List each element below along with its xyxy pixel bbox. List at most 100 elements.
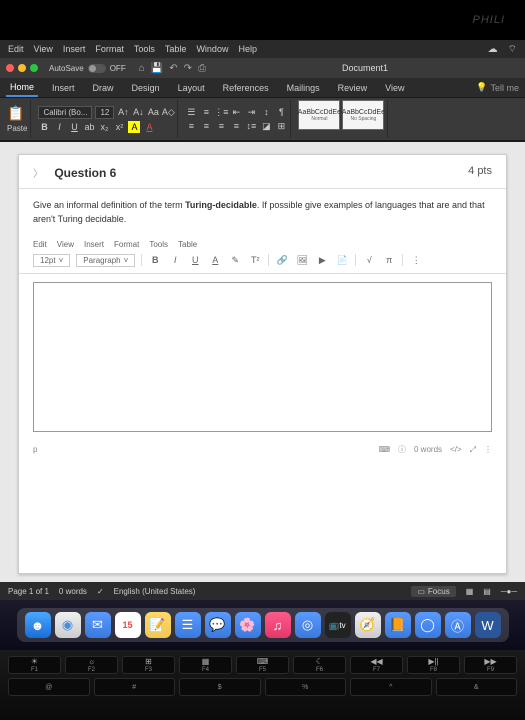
key-f2[interactable]: ☼F2 — [65, 656, 118, 674]
menu-window[interactable]: Window — [196, 44, 228, 54]
tab-view[interactable]: View — [381, 80, 408, 96]
menu-insert[interactable]: Insert — [63, 44, 86, 54]
dock-mail[interactable]: ✉ — [85, 612, 111, 638]
dock-appstore[interactable]: Ⓐ — [445, 612, 471, 638]
font-name-select[interactable]: Calibri (Bo... — [38, 106, 92, 119]
key-at[interactable]: @ — [8, 678, 90, 696]
embed-menu-view[interactable]: View — [57, 240, 74, 249]
close-button[interactable] — [6, 64, 14, 72]
embed-media-icon[interactable]: ▶ — [315, 253, 329, 267]
save-icon[interactable]: 💾 — [151, 63, 163, 74]
line-spacing-icon[interactable]: ↕≡ — [245, 120, 257, 132]
tab-insert[interactable]: Insert — [48, 80, 79, 96]
embed-image-icon[interactable]: 🖼 — [295, 253, 309, 267]
align-center-icon[interactable]: ≡ — [200, 120, 212, 132]
focus-mode-button[interactable]: ▭ Focus — [411, 586, 455, 597]
home-icon[interactable]: ⌂ — [139, 63, 145, 74]
embed-eq-icon[interactable]: π — [382, 253, 396, 267]
key-f3[interactable]: ⊞F3 — [122, 656, 175, 674]
menu-format[interactable]: Format — [95, 44, 124, 54]
dock-word[interactable]: W — [475, 612, 501, 638]
key-f6[interactable]: ☾F6 — [293, 656, 346, 674]
embed-math-icon[interactable]: √ — [362, 253, 376, 267]
highlight-icon[interactable]: A — [128, 121, 140, 133]
redo-icon[interactable]: ↷ — [184, 63, 192, 74]
bold-icon[interactable]: B — [38, 121, 50, 133]
key-dollar[interactable]: $ — [179, 678, 261, 696]
embed-bold-icon[interactable]: B — [148, 253, 162, 267]
a11y-icon[interactable]: ⓘ — [398, 444, 406, 455]
change-case-icon[interactable]: Aa — [147, 106, 159, 118]
multilevel-icon[interactable]: ⋮≡ — [215, 106, 227, 118]
key-f1[interactable]: ☀F1 — [8, 656, 61, 674]
word-count-status[interactable]: 0 words — [59, 587, 87, 596]
indent-icon[interactable]: ⇥ — [245, 106, 257, 118]
tab-design[interactable]: Design — [128, 80, 164, 96]
superscript-icon[interactable]: x² — [113, 121, 125, 133]
outdent-icon[interactable]: ⇤ — [230, 106, 242, 118]
numbering-icon[interactable]: ≡ — [200, 106, 212, 118]
autosave-toggle[interactable]: AutoSave OFF — [49, 64, 126, 73]
pilcrow-icon[interactable]: ¶ — [275, 106, 287, 118]
page-indicator[interactable]: Page 1 of 1 — [8, 587, 49, 596]
key-hash[interactable]: # — [94, 678, 176, 696]
menu-view[interactable]: View — [34, 44, 53, 54]
minimize-button[interactable] — [18, 64, 26, 72]
tab-layout[interactable]: Layout — [174, 80, 209, 96]
key-f4[interactable]: ▦F4 — [179, 656, 232, 674]
key-percent[interactable]: % — [265, 678, 347, 696]
key-f8[interactable]: ▶||F8 — [407, 656, 460, 674]
dock-reminders[interactable]: ☰ — [175, 612, 201, 638]
embed-doc-icon[interactable]: 📄 — [335, 253, 349, 267]
italic-icon[interactable]: I — [53, 121, 65, 133]
underline-icon[interactable]: U — [68, 121, 80, 133]
key-amp[interactable]: & — [436, 678, 518, 696]
tab-draw[interactable]: Draw — [89, 80, 118, 96]
dock-finder[interactable]: ☻ — [25, 612, 51, 638]
align-left-icon[interactable]: ≡ — [185, 120, 197, 132]
dock-calendar[interactable]: 15 — [115, 612, 141, 638]
menu-help[interactable]: Help — [238, 44, 257, 54]
subscript-icon[interactable]: x₂ — [98, 121, 110, 133]
language-status[interactable]: English (United States) — [114, 587, 196, 596]
style-normal[interactable]: AaBbCcDdEe Normal — [298, 100, 340, 130]
element-path[interactable]: p — [33, 445, 378, 454]
shrink-font-icon[interactable]: A↓ — [132, 106, 144, 118]
key-caret[interactable]: ^ — [350, 678, 432, 696]
borders-icon[interactable]: ⊞ — [275, 120, 287, 132]
embed-menu-format[interactable]: Format — [114, 240, 139, 249]
embed-italic-icon[interactable]: I — [168, 253, 182, 267]
tab-home[interactable]: Home — [6, 79, 38, 97]
undo-icon[interactable]: ↶ — [169, 63, 177, 74]
clear-format-icon[interactable]: A◇ — [162, 106, 174, 118]
tab-review[interactable]: Review — [334, 80, 372, 96]
font-color-icon[interactable]: A — [143, 121, 155, 133]
maximize-button[interactable] — [30, 64, 38, 72]
embed-style[interactable]: Paragraph ˅ — [76, 254, 135, 267]
menu-tools[interactable]: Tools — [134, 44, 155, 54]
document-canvas[interactable]: 〉 Question 6 4 pts Give an informal defi… — [0, 142, 525, 582]
embed-link-icon[interactable]: 🔗 — [275, 253, 289, 267]
menu-table[interactable]: Table — [165, 44, 187, 54]
embed-menu-edit[interactable]: Edit — [33, 240, 47, 249]
more-footer-icon[interactable]: ⋮ — [484, 445, 492, 454]
embed-menu-table[interactable]: Table — [178, 240, 197, 249]
dock-messages[interactable]: 💬 — [205, 612, 231, 638]
fullscreen-icon[interactable]: ⤢ — [470, 445, 476, 455]
grow-font-icon[interactable]: A↑ — [117, 106, 129, 118]
style-nospacing[interactable]: AaBbCcDdEe No Spacing — [342, 100, 384, 130]
cloud-icon[interactable]: ☁ — [488, 44, 498, 55]
spellcheck-icon[interactable]: ✓ — [97, 587, 104, 596]
bullets-icon[interactable]: ☰ — [185, 106, 197, 118]
dock-music[interactable]: ♫ — [265, 612, 291, 638]
font-size-select[interactable]: 12 — [95, 106, 114, 119]
view-web-icon[interactable]: ▤ — [483, 587, 491, 596]
sort-icon[interactable]: ↕ — [260, 106, 272, 118]
zoom-slider[interactable]: ─●─ — [501, 587, 517, 596]
dock-tv[interactable]: 📺tv — [325, 612, 351, 638]
answer-editor[interactable] — [33, 282, 492, 432]
tell-me-search[interactable]: 💡 Tell me — [476, 82, 519, 93]
tab-mailings[interactable]: Mailings — [283, 80, 324, 96]
embed-menu-insert[interactable]: Insert — [84, 240, 104, 249]
paste-icon[interactable]: 📋 — [7, 105, 27, 122]
